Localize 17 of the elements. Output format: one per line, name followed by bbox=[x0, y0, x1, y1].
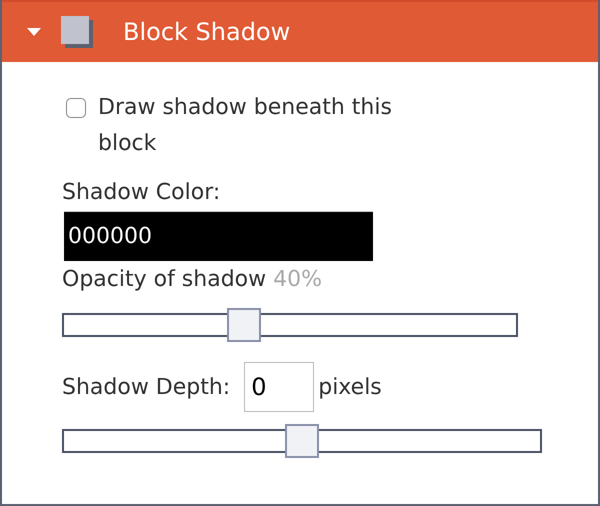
slider[interactable] bbox=[62, 307, 518, 343]
field-label: Opacity of shadow bbox=[62, 267, 266, 292]
checkbox-label: Draw shadow beneath this block bbox=[98, 94, 393, 158]
color-field[interactable]: 000000 bbox=[64, 211, 373, 261]
panel-title: Block Shadow bbox=[123, 18, 290, 46]
slider-handle[interactable] bbox=[227, 308, 262, 342]
slider-handle[interactable] bbox=[285, 424, 319, 458]
field-label: Shadow Color: bbox=[62, 180, 222, 205]
opacity-reading: 40% bbox=[273, 267, 322, 292]
unit-label: pixels bbox=[318, 374, 382, 400]
block-shadow-icon bbox=[61, 16, 93, 48]
caret-icon[interactable] bbox=[27, 28, 41, 36]
field-label: Shadow Depth: bbox=[62, 374, 230, 400]
panel-header[interactable]: Block Shadow bbox=[2, 0, 598, 62]
depth-input[interactable]: 0 bbox=[244, 362, 314, 412]
slider[interactable] bbox=[62, 423, 542, 459]
checkbox[interactable] bbox=[66, 98, 86, 118]
